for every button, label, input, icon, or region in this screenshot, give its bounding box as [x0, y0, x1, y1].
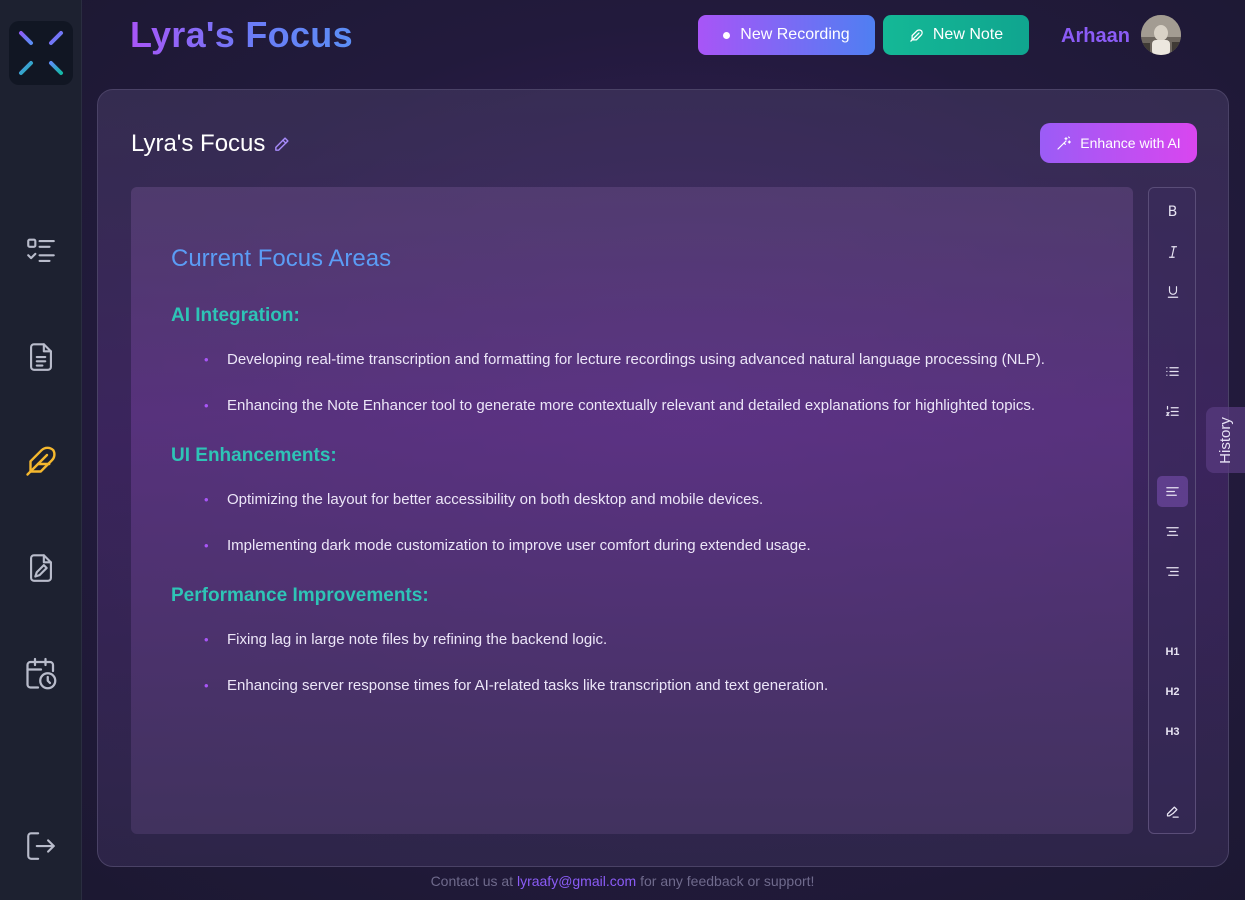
align-right-icon — [1166, 567, 1179, 576]
list-item: Enhancing server response times for AI-r… — [204, 673, 1084, 699]
highlighter-icon — [1166, 806, 1179, 818]
note-heading: Current Focus Areas — [171, 245, 392, 272]
history-tab[interactable]: History — [1206, 407, 1245, 473]
heading-3-button[interactable]: H3 — [1157, 716, 1188, 747]
footer-suffix: for any feedback or support! — [640, 873, 815, 889]
sidebar — [0, 0, 82, 900]
bullet-list-icon — [1166, 367, 1179, 376]
section-heading: UI Enhancements: — [171, 445, 337, 466]
sidebar-item-documents[interactable] — [22, 338, 60, 376]
list-item: Optimizing the layout for better accessi… — [204, 487, 1084, 513]
bullet-list: Developing real-time transcription and f… — [204, 347, 1093, 419]
align-right-button[interactable] — [1157, 556, 1188, 587]
new-note-button[interactable]: New Note — [883, 15, 1029, 55]
footer-prefix: Contact us at — [430, 873, 514, 889]
bold-label: B — [1167, 203, 1178, 220]
align-left-button[interactable] — [1157, 476, 1188, 507]
numbered-list-button[interactable] — [1157, 396, 1188, 427]
italic-icon — [1168, 245, 1177, 258]
calendar-clock-icon — [26, 657, 57, 690]
username[interactable]: Arhaan — [1061, 25, 1130, 48]
avatar[interactable] — [1141, 15, 1181, 55]
file-edit-icon — [30, 554, 52, 582]
new-recording-button[interactable]: New Recording — [698, 15, 875, 55]
list-item: Implementing dark mode customization to … — [204, 533, 1084, 559]
section-heading: AI Integration: — [171, 305, 300, 326]
align-center-button[interactable] — [1157, 516, 1188, 547]
new-recording-label: New Recording — [740, 26, 850, 43]
sidebar-item-calendar[interactable] — [22, 655, 60, 693]
list-item: Developing real-time transcription and f… — [204, 347, 1084, 373]
heading-1-button[interactable]: H1 — [1157, 636, 1188, 667]
feather-icon — [26, 446, 56, 476]
sidebar-item-notes[interactable] — [22, 442, 60, 480]
list-item: Enhancing the Note Enhancer tool to gene… — [204, 393, 1084, 419]
contact-email-link[interactable]: lyraafy@gmail.com — [517, 873, 636, 889]
align-center-icon — [1166, 527, 1179, 536]
underline-button[interactable] — [1157, 276, 1188, 307]
bullet-list: Fixing lag in large note files by refini… — [204, 627, 1093, 699]
format-toolbar: B H1 H2 H3 — [1148, 187, 1196, 834]
list-item: Fixing lag in large note files by refini… — [204, 627, 1084, 653]
logout-icon — [27, 832, 55, 860]
record-dot-icon — [723, 31, 731, 39]
new-note-label: New Note — [932, 26, 1004, 43]
italic-button[interactable] — [1157, 236, 1188, 267]
enhance-label: Enhance with AI — [1080, 135, 1181, 151]
user-photo-icon — [1141, 15, 1181, 55]
underline-icon — [1167, 285, 1178, 298]
history-label: History — [1217, 416, 1235, 464]
pencil-icon[interactable] — [273, 136, 290, 153]
section-heading: Performance Improvements: — [171, 585, 429, 606]
highlight-button[interactable] — [1157, 796, 1188, 827]
h3-label: H3 — [1165, 725, 1180, 738]
sidebar-item-logout[interactable] — [22, 827, 60, 865]
app-title: Lyra's Focus — [130, 14, 353, 55]
bullet-list-button[interactable] — [1157, 356, 1188, 387]
note-editor[interactable]: Current Focus Areas AI Integration: Deve… — [131, 187, 1133, 834]
logo-arrows-icon — [19, 31, 63, 75]
bold-button[interactable]: B — [1157, 196, 1188, 227]
checklist-icon — [27, 238, 55, 262]
bullet-list: Optimizing the layout for better accessi… — [204, 487, 1093, 559]
note-title[interactable]: Lyra's Focus — [131, 130, 265, 158]
numbered-list-icon — [1165, 405, 1179, 416]
sidebar-item-tasks[interactable] — [22, 232, 60, 270]
app-logo[interactable] — [9, 21, 73, 85]
magic-wand-icon — [1057, 136, 1072, 150]
note-title-row: Lyra's Focus — [131, 130, 290, 158]
document-icon — [30, 343, 52, 371]
align-left-icon — [1166, 487, 1179, 496]
sidebar-item-edit-files[interactable] — [22, 549, 60, 587]
feather-icon — [910, 28, 923, 42]
h1-label: H1 — [1165, 645, 1180, 658]
note-card: Lyra's Focus Enhance with AI Current Foc… — [97, 89, 1229, 867]
heading-2-button[interactable]: H2 — [1157, 676, 1188, 707]
enhance-with-ai-button[interactable]: Enhance with AI — [1040, 123, 1197, 163]
h2-label: H2 — [1165, 685, 1180, 698]
footer: Contact us at lyraafy@gmail.com for any … — [0, 873, 1245, 889]
